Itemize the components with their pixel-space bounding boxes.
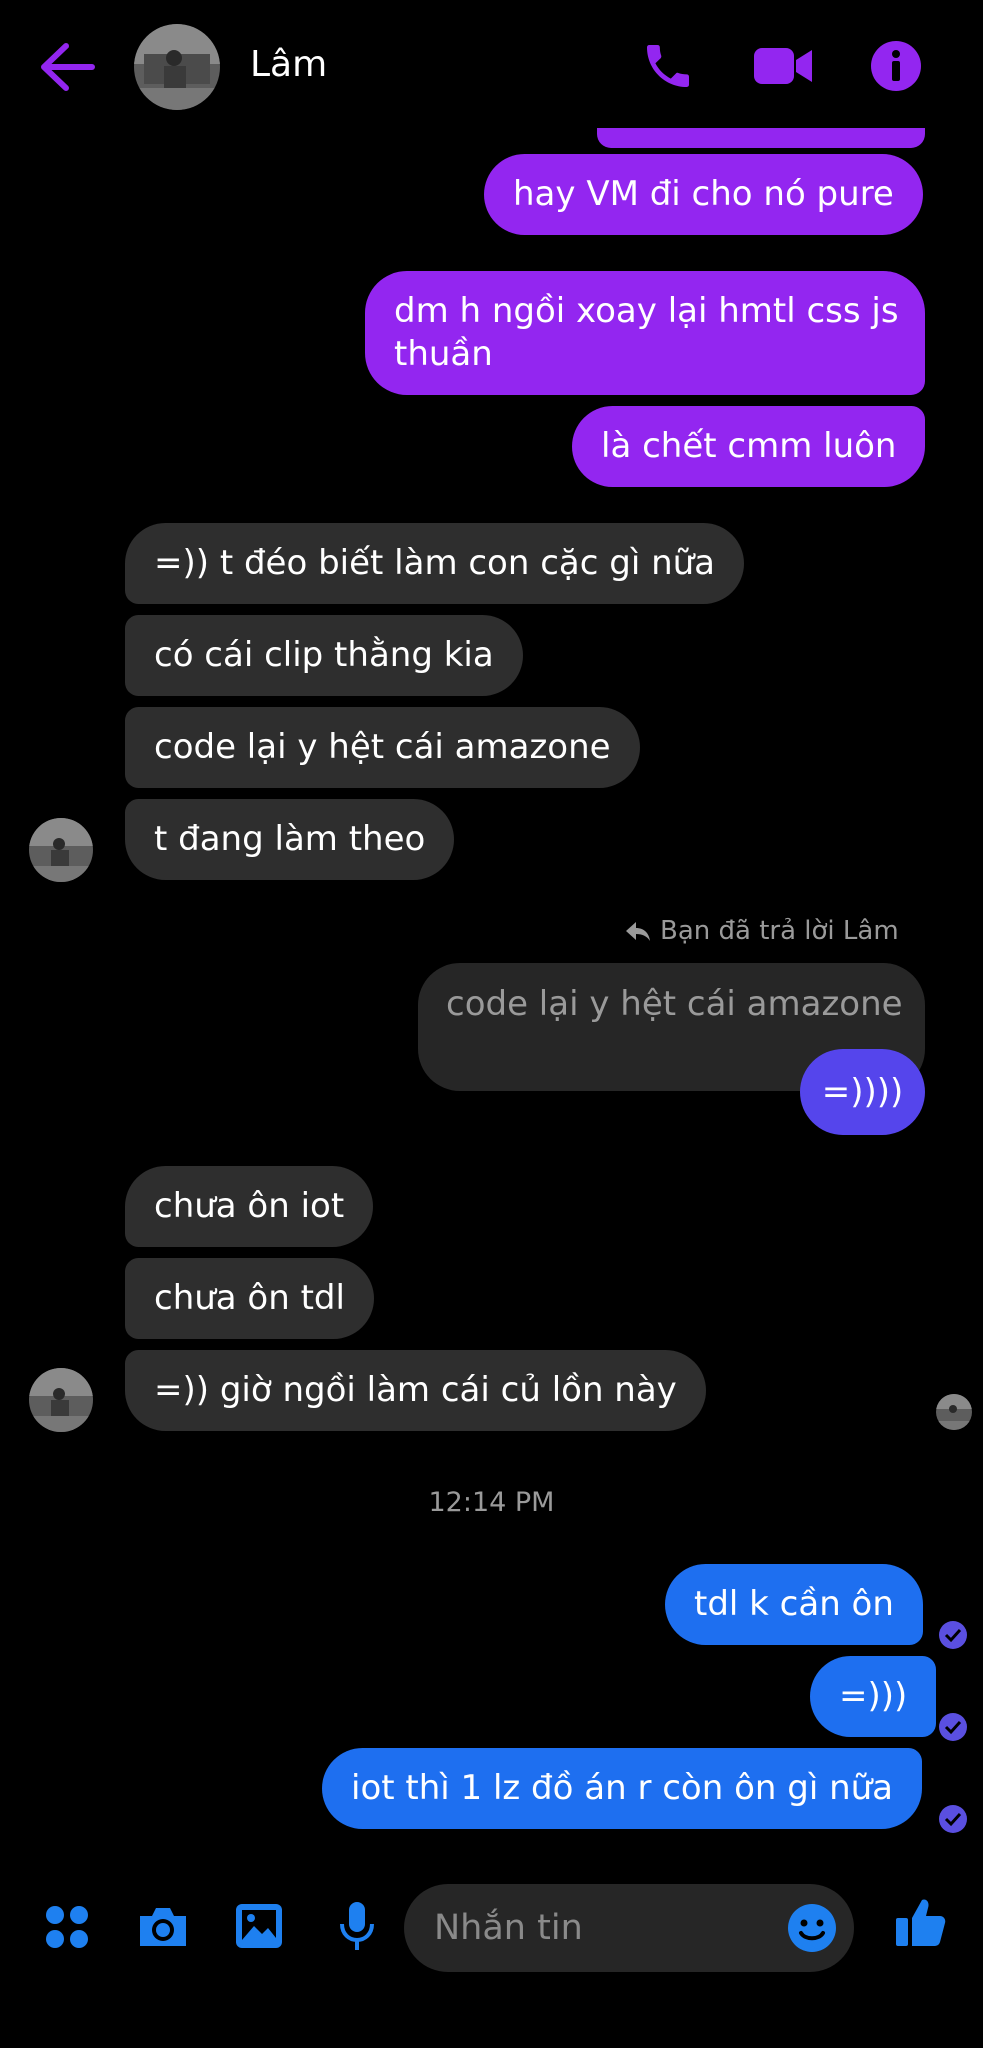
incoming-message[interactable]: =)) t đéo biết làm con cặc gì nữa: [125, 523, 745, 604]
message-text: tdl k cần ôn: [694, 1584, 894, 1624]
message-text: =)) giờ ngồi làm cái củ lồn này: [154, 1370, 677, 1410]
outgoing-message[interactable]: tdl k cần ôn: [665, 1564, 923, 1645]
message-text: =)))): [821, 1072, 904, 1112]
outgoing-message[interactable]: iot thì 1 lz đồ án r còn ôn gì nữa: [322, 1748, 923, 1829]
message-input[interactable]: [434, 1884, 764, 1972]
message-text: =)) t đéo biết làm con cặc gì nữa: [154, 543, 716, 583]
outgoing-message[interactable]: dm h ngồi xoay lại hmtl css js thuần: [365, 271, 925, 395]
message-text: hay VM đi cho nó pure: [513, 174, 894, 214]
message-composer: [404, 1884, 854, 1972]
video-camera-icon[interactable]: [752, 42, 814, 90]
camera-icon[interactable]: [136, 1904, 190, 1954]
reply-arrow-icon: [626, 922, 650, 941]
emoji-icon[interactable]: [786, 1902, 838, 1954]
composer-bar: [0, 1860, 983, 1990]
incoming-message[interactable]: có cái clip thằng kia: [125, 615, 523, 696]
chat-header: Lâm: [0, 0, 983, 135]
outgoing-message[interactable]: =))): [810, 1656, 937, 1737]
quoted-message-text: code lại y hệt cái amazone: [446, 984, 903, 1024]
outgoing-message[interactable]: là chết cmm luôn: [572, 406, 926, 487]
outgoing-message[interactable]: hay VM đi cho nó pure: [484, 154, 923, 235]
contact-avatar[interactable]: [134, 24, 220, 110]
message-text: là chết cmm luôn: [601, 426, 897, 466]
sent-check-icon: [938, 1620, 968, 1650]
previous-message-edge: [597, 128, 925, 148]
message-text: có cái clip thằng kia: [154, 635, 494, 675]
menu-grid-icon[interactable]: [44, 1904, 90, 1954]
image-icon[interactable]: [234, 1902, 284, 1954]
microphone-icon[interactable]: [338, 1900, 376, 1956]
back-arrow-icon[interactable]: [38, 40, 98, 94]
contact-avatar-small[interactable]: [29, 1368, 93, 1432]
info-icon[interactable]: [870, 40, 922, 92]
message-text: code lại y hệt cái amazone: [154, 727, 611, 767]
message-text: thuần: [394, 334, 493, 374]
contact-avatar-small[interactable]: [29, 818, 93, 882]
incoming-message[interactable]: chưa ôn tdl: [125, 1258, 374, 1339]
message-text: =))): [839, 1676, 908, 1716]
reply-indicator: Bạn đã trả lời Lâm: [624, 916, 899, 946]
sent-check-icon: [938, 1804, 968, 1834]
incoming-message[interactable]: code lại y hệt cái amazone: [125, 707, 640, 788]
message-text: dm h ngồi xoay lại hmtl css js: [394, 291, 899, 331]
incoming-message[interactable]: t đang làm theo: [125, 799, 455, 880]
message-text: chưa ôn tdl: [154, 1278, 345, 1318]
contact-name[interactable]: Lâm: [250, 44, 327, 85]
phone-icon[interactable]: [640, 38, 696, 94]
sent-check-icon: [938, 1712, 968, 1742]
outgoing-reply-message[interactable]: =)))): [800, 1049, 925, 1135]
seen-avatar: [936, 1394, 972, 1430]
message-text: iot thì 1 lz đồ án r còn ôn gì nữa: [351, 1768, 894, 1808]
incoming-message[interactable]: =)) giờ ngồi làm cái củ lồn này: [125, 1350, 706, 1431]
thumbs-up-icon[interactable]: [894, 1896, 948, 1954]
reply-label-text: Bạn đã trả lời Lâm: [660, 916, 899, 946]
message-timestamp: 12:14 PM: [428, 1487, 555, 1518]
incoming-message[interactable]: chưa ôn iot: [125, 1166, 374, 1247]
message-text: chưa ôn iot: [154, 1186, 345, 1226]
message-text: t đang làm theo: [154, 819, 426, 859]
